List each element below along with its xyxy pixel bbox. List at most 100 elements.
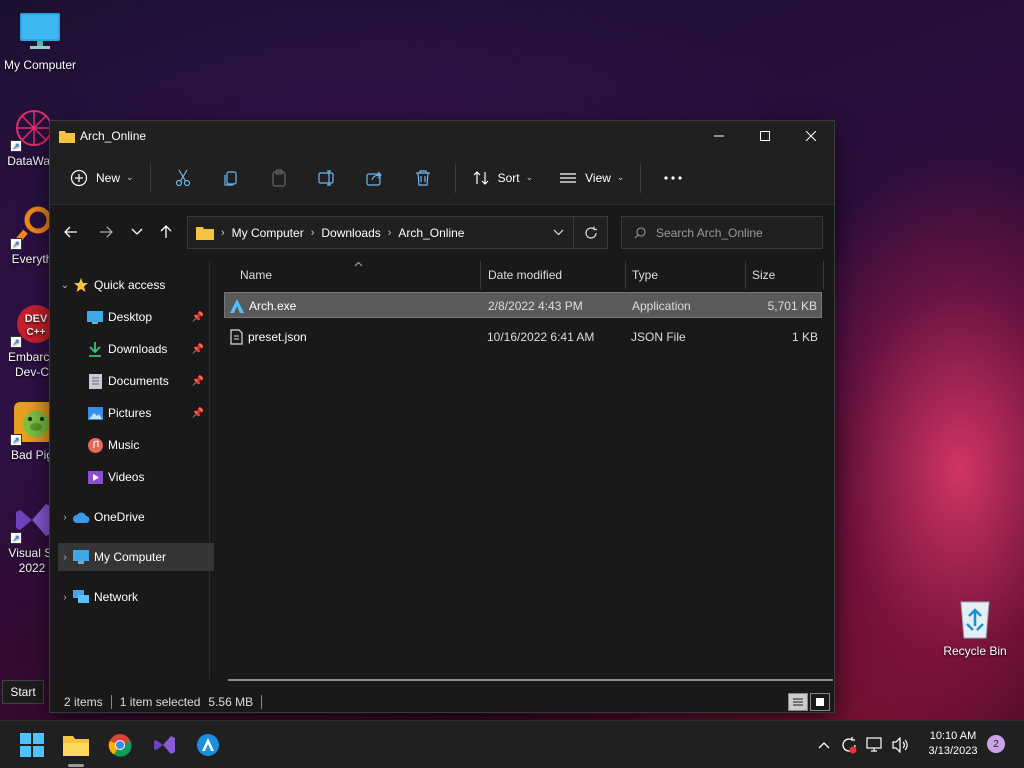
arrow-left-icon xyxy=(64,226,77,238)
desktop-icon-my-computer[interactable]: My Computer xyxy=(0,10,80,73)
file-row[interactable]: Arch.exe 2/8/2022 4:43 PM Application 5,… xyxy=(224,292,822,318)
minimize-button[interactable] xyxy=(696,121,742,151)
nav-label: Quick access xyxy=(94,278,166,292)
chevron-right-icon: › xyxy=(387,226,392,239)
search-icon xyxy=(634,226,646,238)
navigation-pane: ⌄ Quick access Desktop 📌 Downloads 📌 Doc… xyxy=(50,261,214,679)
start-label[interactable]: Start xyxy=(2,680,44,704)
chevron-down-icon: ⌄ xyxy=(126,172,134,182)
shortcut-arrow-icon: ↗ xyxy=(10,532,22,544)
desktop-icon-recycle-bin[interactable]: Recycle Bin xyxy=(935,596,1015,659)
delete-button[interactable] xyxy=(399,160,447,196)
volume-button[interactable] xyxy=(888,737,914,753)
nav-label: Music xyxy=(108,438,140,452)
recent-locations-button[interactable] xyxy=(121,216,153,248)
nav-item-my-computer[interactable]: › My Computer xyxy=(58,543,214,571)
taskbar-visual-studio[interactable] xyxy=(148,729,180,761)
taskbar-file-explorer[interactable] xyxy=(60,729,92,767)
star-icon xyxy=(72,277,90,293)
nav-item-documents[interactable]: Documents 📌 xyxy=(86,367,206,395)
details-view-icon xyxy=(793,698,803,706)
nav-item-network[interactable]: › Network xyxy=(58,583,214,611)
column-divider[interactable] xyxy=(745,261,746,289)
file-row[interactable]: preset.json 10/16/2022 6:41 AM JSON File… xyxy=(224,324,822,350)
back-button[interactable] xyxy=(55,216,87,248)
everything-search-icon: ↗ xyxy=(10,204,54,250)
toolbar-divider xyxy=(454,162,456,193)
show-hidden-icons-button[interactable] xyxy=(812,741,836,749)
chevron-right-icon: › xyxy=(310,226,315,239)
column-header-size[interactable]: Size xyxy=(752,261,822,289)
breadcrumb-arch-online[interactable]: Arch_Online xyxy=(398,226,464,240)
desktop-icon-label: Recycle Bin xyxy=(943,644,1007,658)
nav-item-onedrive[interactable]: › OneDrive xyxy=(58,503,214,531)
copy-icon xyxy=(223,170,237,186)
chevron-down-icon xyxy=(553,229,563,236)
chevron-right-icon[interactable]: › xyxy=(58,552,72,563)
close-button[interactable] xyxy=(788,121,834,151)
new-label: New xyxy=(96,170,121,185)
view-button[interactable]: View ⌄ xyxy=(551,160,632,196)
network-status-button[interactable] xyxy=(862,737,888,753)
copy-button[interactable] xyxy=(207,160,255,196)
file-date: 10/16/2022 6:41 AM xyxy=(487,330,595,344)
chevron-right-icon[interactable]: › xyxy=(58,512,72,523)
tiles-view-button[interactable] xyxy=(810,693,830,711)
file-name: Arch.exe xyxy=(249,299,297,313)
breadcrumb-my-computer[interactable]: My Computer xyxy=(232,226,304,240)
search-box[interactable]: Search Arch_Online xyxy=(621,216,823,249)
selection-size: 5.56 MB xyxy=(208,695,254,709)
file-type: JSON File xyxy=(631,330,686,344)
nav-item-pictures[interactable]: Pictures 📌 xyxy=(86,399,206,427)
refresh-button[interactable] xyxy=(573,217,607,248)
taskbar-arch-app[interactable] xyxy=(192,729,224,761)
file-size: 1 KB xyxy=(791,330,818,344)
nav-item-music[interactable]: Music xyxy=(86,431,206,459)
share-button[interactable] xyxy=(351,160,399,196)
visual-studio-icon: ↗ xyxy=(10,498,54,544)
nav-item-videos[interactable]: Videos xyxy=(86,463,206,491)
breadcrumb-downloads[interactable]: Downloads xyxy=(321,226,380,240)
nav-item-downloads[interactable]: Downloads 📌 xyxy=(86,335,206,363)
chevron-down-icon[interactable]: ⌄ xyxy=(58,280,72,291)
datawag-icon: ↗ xyxy=(10,106,54,152)
title-bar[interactable]: Arch_Online xyxy=(50,121,834,151)
start-button[interactable] xyxy=(16,729,48,761)
column-divider[interactable] xyxy=(823,261,824,289)
maximize-button[interactable] xyxy=(742,121,788,151)
chevron-right-icon[interactable]: › xyxy=(58,592,72,603)
share-icon xyxy=(365,171,382,186)
recycle-bin-icon xyxy=(953,596,997,640)
cut-button[interactable] xyxy=(159,160,207,196)
nav-item-desktop[interactable]: Desktop 📌 xyxy=(86,303,206,331)
new-button[interactable]: New ⌄ xyxy=(62,160,142,196)
column-divider[interactable] xyxy=(625,261,626,289)
paste-button[interactable] xyxy=(255,160,303,196)
details-view-button[interactable] xyxy=(788,693,808,711)
sort-button[interactable]: Sort ⌄ xyxy=(464,160,542,196)
forward-button[interactable] xyxy=(90,216,122,248)
nav-label: Desktop xyxy=(108,310,153,324)
column-divider[interactable] xyxy=(480,261,481,289)
sort-label: Sort xyxy=(497,170,520,185)
nav-item-quick-access[interactable]: ⌄ Quick access xyxy=(58,271,214,299)
up-button[interactable] xyxy=(150,216,182,248)
address-history-button[interactable] xyxy=(543,229,573,236)
rename-button[interactable] xyxy=(303,160,351,196)
taskbar-chrome[interactable] xyxy=(104,729,136,761)
column-header-type[interactable]: Type xyxy=(632,261,742,289)
address-bar[interactable]: › My Computer › Downloads › Arch_Online xyxy=(187,216,608,249)
view-label: View xyxy=(585,170,611,185)
file-name: preset.json xyxy=(248,330,307,344)
horizontal-scrollbar[interactable] xyxy=(228,679,833,681)
sync-status-button[interactable] xyxy=(836,736,862,754)
clock[interactable]: 10:10 AM 3/13/2023 xyxy=(920,729,986,759)
chevron-down-icon: ⌄ xyxy=(616,172,625,182)
file-explorer-window: Arch_Online New ⌄ Sort ⌄ View ⌄ › My Com… xyxy=(49,120,835,713)
more-options-button[interactable] xyxy=(649,160,697,196)
column-header-date[interactable]: Date modified xyxy=(488,261,628,289)
desktop-icon xyxy=(86,309,104,325)
shortcut-arrow-icon: ↗ xyxy=(10,336,22,348)
notification-badge[interactable]: 2 xyxy=(987,735,1005,753)
bad-piggies-icon: ↗ xyxy=(10,400,54,446)
